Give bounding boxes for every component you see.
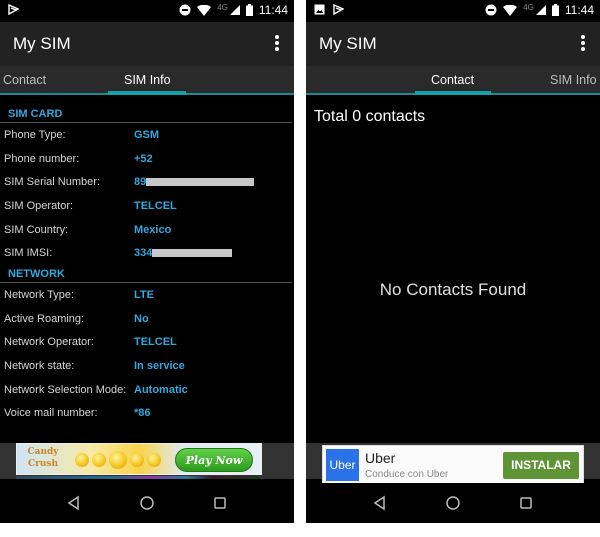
tab-contact[interactable]: Contact bbox=[3, 73, 46, 87]
phone-screen-sim-info: 4G 11:44 My SIM Contact SIM Info SIM CAR… bbox=[0, 0, 294, 523]
back-icon[interactable] bbox=[66, 495, 82, 511]
info-label: Active Roaming: bbox=[4, 312, 85, 325]
info-row: SIM Serial Number: 89 bbox=[0, 170, 294, 194]
active-tab-indicator bbox=[415, 91, 491, 95]
clock: 11:44 bbox=[564, 3, 594, 17]
info-value: In service bbox=[134, 360, 185, 373]
info-row: Voice mail number: *86 bbox=[0, 402, 294, 426]
info-row: Network state: In service bbox=[0, 354, 294, 378]
candy-drops-image bbox=[75, 451, 161, 469]
tab-bar: Contact SIM Info bbox=[0, 66, 294, 95]
info-value: Automatic bbox=[134, 383, 188, 396]
wifi-icon bbox=[503, 4, 518, 16]
tab-sim-info[interactable]: SIM Info bbox=[124, 73, 171, 87]
section-header-sim-card: SIM CARD bbox=[0, 105, 292, 123]
uber-ad[interactable]: Uber Uber Conduce con Uber INSTALAR bbox=[322, 445, 584, 484]
home-icon[interactable] bbox=[139, 495, 155, 511]
info-value: *86 bbox=[134, 407, 151, 420]
info-label: Network Type: bbox=[4, 288, 75, 301]
info-value: No bbox=[134, 312, 149, 325]
status-bar: 4G 11:44 bbox=[0, 0, 294, 22]
info-value: LTE bbox=[134, 288, 154, 301]
clock: 11:44 bbox=[258, 3, 288, 17]
play-now-button[interactable]: Play Now bbox=[175, 448, 253, 472]
info-label: Network Selection Mode: bbox=[4, 383, 127, 396]
info-value: +52 bbox=[134, 152, 153, 165]
info-label: Network Operator: bbox=[4, 336, 94, 349]
empty-state-message: No Contacts Found bbox=[379, 280, 527, 299]
info-label: SIM Operator: bbox=[4, 199, 74, 212]
candy-crush-logo: Candy Crush bbox=[27, 447, 59, 469]
wifi-icon bbox=[197, 4, 212, 16]
do-not-disturb-icon bbox=[485, 4, 497, 16]
info-label: SIM Country: bbox=[4, 223, 69, 236]
uber-logo: Uber bbox=[326, 449, 359, 481]
info-row: Network Selection Mode: Automatic bbox=[0, 378, 294, 402]
app-title: My SIM bbox=[13, 34, 71, 53]
section-header-network: NETWORK bbox=[0, 265, 292, 284]
app-bar: My SIM bbox=[306, 22, 600, 66]
total-contacts-text: Total 0 contacts bbox=[314, 108, 426, 125]
network-type-label: 4G bbox=[217, 2, 228, 12]
info-label: Network state: bbox=[4, 360, 75, 373]
candy-crush-ad[interactable]: Candy Crush Play Now bbox=[16, 443, 262, 475]
ad-strip-image bbox=[16, 476, 260, 479]
info-value: Mexico bbox=[134, 223, 172, 236]
tab-contact[interactable]: Contact bbox=[431, 73, 474, 87]
home-icon[interactable] bbox=[445, 495, 461, 511]
notification-flag-icon bbox=[8, 4, 19, 15]
recents-icon[interactable] bbox=[518, 495, 534, 511]
info-label: SIM IMSI: bbox=[4, 247, 53, 260]
info-row: Phone number: +52 bbox=[0, 147, 294, 171]
info-row: Network Operator: TELCEL bbox=[0, 331, 294, 355]
info-label: Phone number: bbox=[4, 152, 80, 165]
navigation-bar bbox=[0, 483, 294, 523]
ad-banner-container: Uber Uber Conduce con Uber INSTALAR bbox=[306, 443, 600, 484]
image-icon bbox=[314, 4, 325, 15]
overflow-menu-icon[interactable] bbox=[274, 35, 280, 53]
redaction-bar bbox=[152, 249, 233, 258]
info-row: SIM IMSI: 334 bbox=[0, 241, 294, 265]
info-row: SIM Country: Mexico bbox=[0, 218, 294, 242]
ad-title: Uber bbox=[365, 450, 396, 466]
battery-icon bbox=[551, 4, 559, 16]
signal-icon bbox=[229, 5, 240, 15]
app-bar: My SIM bbox=[0, 22, 294, 66]
ad-subtitle: Conduce con Uber bbox=[365, 469, 449, 480]
navigation-bar bbox=[306, 483, 600, 523]
tab-bar: Contact SIM Info bbox=[306, 66, 600, 95]
ad-banner-container: Candy Crush Play Now bbox=[0, 443, 294, 479]
battery-icon bbox=[245, 4, 253, 16]
info-value: TELCEL bbox=[134, 199, 177, 212]
info-row: Phone Type: GSM bbox=[0, 123, 294, 147]
info-value: 334 bbox=[134, 247, 153, 260]
info-row: Network Type: LTE bbox=[0, 283, 294, 307]
install-button[interactable]: INSTALAR bbox=[503, 452, 579, 479]
signal-icon bbox=[535, 5, 546, 15]
info-label: Voice mail number: bbox=[4, 407, 98, 420]
app-title: My SIM bbox=[319, 34, 377, 53]
recents-icon[interactable] bbox=[212, 495, 228, 511]
overflow-menu-icon[interactable] bbox=[580, 35, 586, 53]
info-row: Active Roaming: No bbox=[0, 307, 294, 331]
status-bar: 4G 11:44 bbox=[306, 0, 600, 22]
back-icon[interactable] bbox=[372, 495, 388, 511]
info-label: Phone Type: bbox=[4, 128, 66, 141]
network-type-label: 4G bbox=[523, 2, 534, 12]
do-not-disturb-icon bbox=[179, 4, 191, 16]
info-row: SIM Operator: TELCEL bbox=[0, 194, 294, 218]
tab-sim-info[interactable]: SIM Info bbox=[550, 73, 597, 87]
redaction-bar bbox=[146, 178, 255, 187]
notification-flag-icon bbox=[333, 4, 344, 15]
info-value: 89 bbox=[134, 176, 147, 189]
phone-screen-contact: 4G 11:44 My SIM Contact SIM Info Total 0… bbox=[306, 0, 600, 523]
info-value: GSM bbox=[134, 128, 160, 141]
active-tab-indicator bbox=[108, 91, 186, 95]
info-value: TELCEL bbox=[134, 336, 177, 349]
info-label: SIM Serial Number: bbox=[4, 176, 100, 189]
